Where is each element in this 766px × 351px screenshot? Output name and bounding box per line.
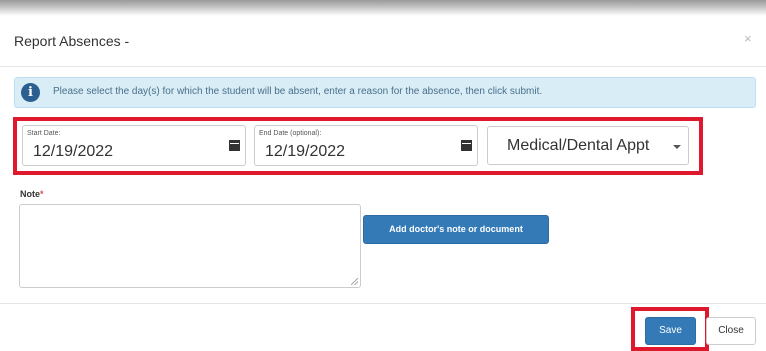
close-button[interactable]: Close: [706, 317, 756, 345]
save-button[interactable]: Save: [645, 317, 696, 345]
note-label: Note*: [20, 189, 44, 199]
absence-reason-value: Medical/Dental Appt: [507, 137, 650, 154]
footer-divider: [0, 303, 766, 304]
add-document-button[interactable]: Add doctor's note or document: [363, 215, 549, 244]
overlay-shadow: [0, 0, 766, 16]
modal-title: Report Absences -: [14, 33, 130, 49]
info-alert: i Please select the day(s) for which the…: [14, 77, 756, 108]
info-alert-text: Please select the day(s) for which the s…: [53, 86, 543, 97]
header-divider: [0, 66, 766, 67]
end-date-value: 12/19/2022: [265, 143, 346, 160]
resize-handle-icon[interactable]: [351, 278, 358, 285]
calendar-icon[interactable]: [461, 140, 472, 151]
close-icon[interactable]: ×: [744, 31, 752, 46]
start-date-value: 12/19/2022: [33, 143, 114, 160]
end-date-field[interactable]: End Date (optional): 12/19/2022: [254, 125, 478, 166]
info-icon: i: [21, 83, 40, 102]
start-date-field[interactable]: Start Date: 12/19/2022: [22, 125, 246, 166]
chevron-down-icon: [673, 145, 681, 149]
calendar-icon[interactable]: [229, 140, 240, 151]
end-date-label: End Date (optional):: [259, 130, 322, 137]
note-textarea[interactable]: [19, 204, 361, 288]
start-date-label: Start Date:: [27, 130, 61, 137]
note-label-text: Note: [20, 189, 40, 199]
required-mark: *: [40, 189, 44, 199]
absence-reason-select[interactable]: Medical/Dental Appt: [487, 126, 689, 165]
